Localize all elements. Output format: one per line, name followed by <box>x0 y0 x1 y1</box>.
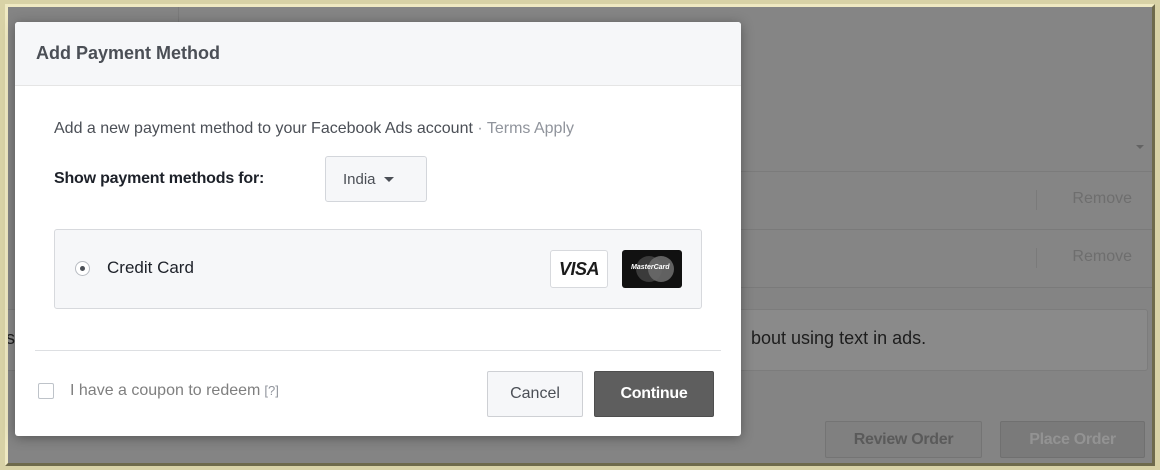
notice-text: bout using text in ads. <box>751 328 927 348</box>
country-value: India <box>343 170 376 188</box>
mastercard-text: MasterCard <box>631 264 670 271</box>
place-order-button[interactable]: Place Order <box>1000 421 1145 458</box>
remove-link[interactable]: Remove <box>1072 190 1132 208</box>
coupon-text: I have a coupon to redeem <box>70 382 261 399</box>
continue-button[interactable]: Continue <box>594 371 714 417</box>
notice-edge-text: s <box>6 328 15 348</box>
mastercard-logo-icon: MasterCard <box>622 250 682 288</box>
country-select[interactable]: India <box>325 156 427 202</box>
divider <box>1036 248 1037 268</box>
coupon-help-link[interactable]: [?] <box>264 383 278 398</box>
dialog-header: Add Payment Method <box>15 22 741 86</box>
footer-divider <box>35 350 721 351</box>
cancel-button[interactable]: Cancel <box>487 371 583 417</box>
intro-message: Add a new payment method to your Faceboo… <box>54 120 473 137</box>
coupon-checkbox[interactable] <box>38 383 54 399</box>
terms-apply-link[interactable]: Terms Apply <box>487 120 574 137</box>
chevron-down-icon <box>383 176 394 182</box>
add-payment-method-dialog: Add Payment Method Add a new payment met… <box>15 22 741 436</box>
credit-card-option[interactable]: Credit Card VISA MasterCard <box>54 229 702 309</box>
radio-selected-dot <box>80 266 85 271</box>
visa-logo-icon: VISA <box>550 250 608 288</box>
intro-text: Add a new payment method to your Faceboo… <box>54 120 574 138</box>
dialog-title: Add Payment Method <box>36 43 221 63</box>
intro-separator: · <box>472 120 487 137</box>
coupon-label: I have a coupon to redeem [?] <box>70 382 279 400</box>
scroll-down-icon <box>1136 145 1144 149</box>
remove-link[interactable]: Remove <box>1072 248 1132 266</box>
divider <box>1036 190 1037 210</box>
country-label: Show payment methods for: <box>54 170 265 187</box>
credit-card-label: Credit Card <box>107 258 194 277</box>
credit-card-radio[interactable] <box>75 261 90 276</box>
review-order-button[interactable]: Review Order <box>825 421 982 458</box>
